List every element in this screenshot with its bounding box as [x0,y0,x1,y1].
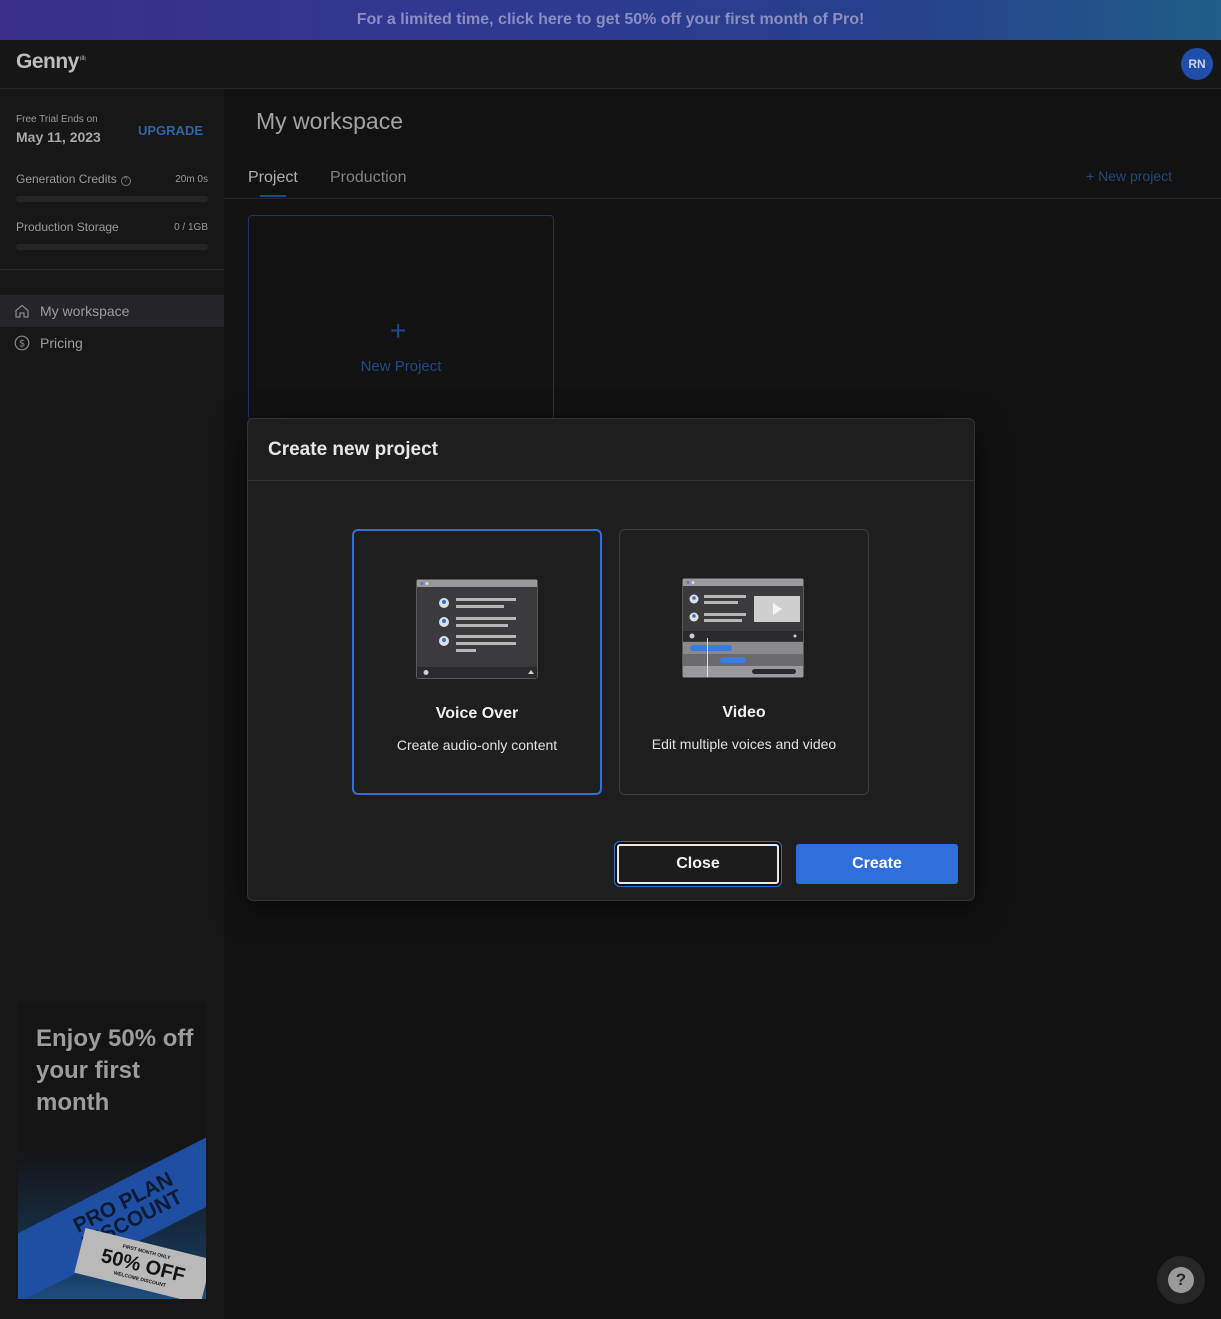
user-avatar[interactable]: RN [1181,48,1213,80]
storage-label: Production Storage [16,220,119,234]
promo-banner[interactable]: For a limited time, click here to get 50… [0,0,1221,40]
credits-label-row: Generation Credits? [16,172,131,186]
tabs-divider [224,198,1221,199]
top-bar: Genny ᵎᴵᴵᵎ [0,40,1221,89]
create-button[interactable]: Create [796,844,958,884]
active-tab-indicator [260,195,286,197]
option-video[interactable]: Video Edit multiple voices and video [619,529,869,795]
promo-text: For a limited time, click here to get 50… [356,11,865,28]
new-project-card-label: New Project [360,358,442,375]
credits-progress-bar [16,196,208,202]
voice-over-illustration-icon [416,579,538,679]
ad-headline: Enjoy 50% off your first month [36,1025,194,1116]
trial-end-date: May 11, 2023 [16,129,101,145]
storage-value: 0 / 1GB [174,222,208,233]
sidebar-item-my-workspace[interactable]: My workspace [0,295,224,327]
trial-label: Free Trial Ends on [16,114,98,125]
help-icon: ? [1168,1267,1194,1293]
modal-header: Create new project [248,419,974,481]
promo-ad-banner[interactable]: Enjoy 50% off your first month PRO PLAN … [18,1003,206,1299]
info-icon[interactable]: ? [120,176,131,186]
sidebar: Free Trial Ends on May 11, 2023 UPGRADE … [0,89,224,1319]
credits-value: 20m 0s [175,174,208,185]
option-description: Create audio-only content [396,737,558,753]
upgrade-link[interactable]: UPGRADE [138,123,203,138]
video-illustration-icon [682,578,804,678]
tab-project[interactable]: Project [248,169,298,187]
logo-wave-icon: ᵎᴵᴵᵎ [80,54,86,64]
create-project-modal: Create new project Voice Over Create aud… [247,418,975,901]
dollar-icon: $ [14,335,30,351]
option-voice-over[interactable]: Voice Over Create audio-only content [352,529,602,795]
option-title: Voice Over [435,705,519,722]
tab-production[interactable]: Production [330,169,407,187]
page-title: My workspace [256,108,403,134]
sidebar-item-pricing[interactable]: $ Pricing [0,327,224,359]
close-button[interactable]: Close [617,844,779,884]
new-project-card[interactable]: + New Project [248,215,554,420]
new-project-link[interactable]: + New project [1086,168,1172,184]
sidebar-item-label: My workspace [40,303,130,319]
help-button[interactable]: ? [1157,1256,1205,1304]
modal-title: Create new project [268,438,438,460]
sidebar-item-label: Pricing [40,335,83,351]
option-description: Edit multiple voices and video [651,736,837,752]
app-logo[interactable]: Genny [16,50,79,74]
option-title: Video [722,704,766,721]
sidebar-divider [0,269,224,270]
svg-text:$: $ [19,339,25,350]
storage-progress-bar [16,244,208,250]
credits-label: Generation Credits [16,172,117,186]
home-icon [15,304,29,318]
plus-icon: + [390,315,407,346]
